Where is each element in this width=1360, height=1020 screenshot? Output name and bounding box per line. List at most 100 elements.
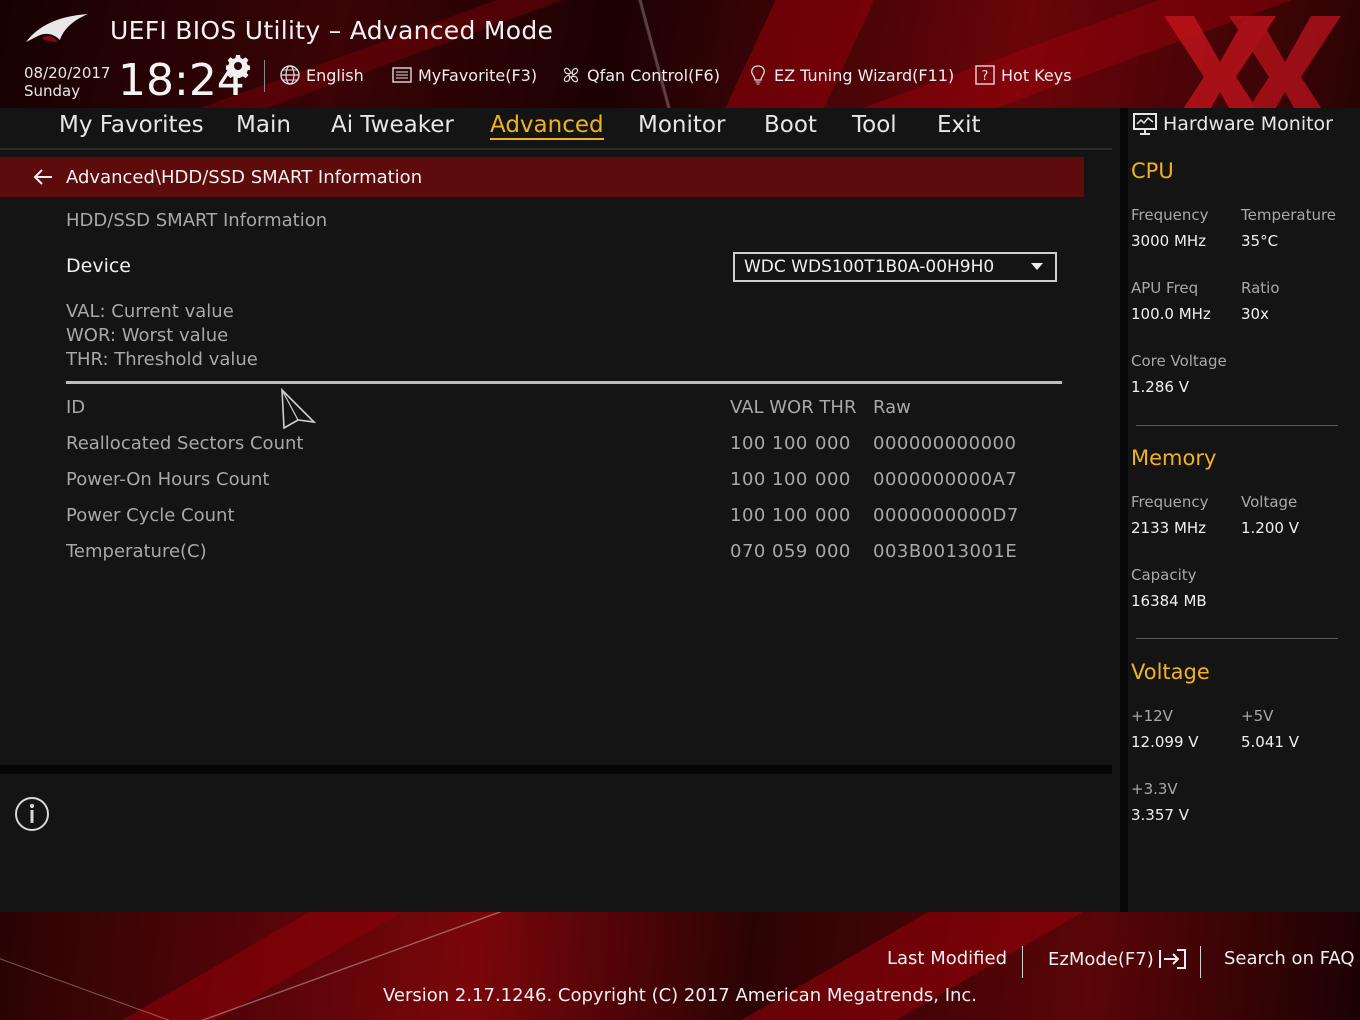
cpu-frequency-label: Frequency <box>1131 206 1209 224</box>
row-raw: 0000000000A7 <box>873 469 1018 490</box>
row-val: 070 <box>730 541 766 562</box>
ezmode-label: EzMode(F7) <box>1048 948 1154 970</box>
language-label: English <box>306 65 364 85</box>
core-voltage-label: Core Voltage <box>1131 352 1227 370</box>
cpu-frequency-value: 3000 MHz <box>1131 232 1207 250</box>
row-thr: 000 <box>815 541 851 562</box>
header-divider <box>264 60 265 92</box>
back-arrow-icon[interactable] <box>32 166 54 188</box>
last-modified-label: Last Modified <box>887 948 1008 969</box>
v12-label: +12V <box>1131 707 1173 725</box>
myfavorite-button[interactable]: MyFavorite(F3) <box>391 63 537 87</box>
core-voltage-value: 1.286 V <box>1131 378 1189 396</box>
table-divider <box>66 381 1062 384</box>
legend-val: VAL: Current value <box>66 301 234 322</box>
breadcrumb-path: Advanced\HDD/SSD SMART Information <box>66 166 423 188</box>
fan-icon <box>563 67 579 83</box>
row-name: Temperature(C) <box>66 541 207 562</box>
tab-my-favorites[interactable]: My Favorites <box>59 112 204 138</box>
v5-label: +5V <box>1241 707 1274 725</box>
memory-voltage-label: Voltage <box>1241 493 1298 511</box>
v5-value: 5.041 V <box>1241 733 1299 751</box>
header-bar: UEFI BIOS Utility – Advanced Mode 08/20/… <box>0 0 1360 108</box>
section-title: HDD/SSD SMART Information <box>66 210 328 231</box>
row-thr: 000 <box>815 433 851 454</box>
qfan-button[interactable]: Qfan Control(F6) <box>560 63 720 87</box>
cpu-temperature-label: Temperature <box>1241 206 1337 224</box>
clock-display: 18:24 <box>118 55 245 106</box>
row-wor: 100 <box>772 505 808 526</box>
capacity-value: 16384 MB <box>1131 592 1207 610</box>
chevron-down-icon <box>1031 263 1043 270</box>
version-text: Version 2.17.1246. Copyright (C) 2017 Am… <box>382 985 978 1006</box>
tab-main[interactable]: Main <box>236 112 291 138</box>
capacity-label: Capacity <box>1131 566 1197 584</box>
lightbulb-icon <box>751 65 765 85</box>
main-menu-bar: My Favorites Main Ai Tweaker Advanced Mo… <box>0 108 1112 150</box>
hw-divider <box>1136 638 1338 639</box>
ezmode-button[interactable]: EzMode(F7) <box>1048 948 1188 970</box>
rog-logo-icon <box>26 14 88 42</box>
ez-tuning-label: EZ Tuning Wizard(F11) <box>774 65 955 85</box>
breadcrumb[interactable]: Advanced\HDD/SSD SMART Information <box>0 157 1084 197</box>
column-header-raw: Raw <box>873 397 911 418</box>
v33-label: +3.3V <box>1131 780 1178 798</box>
device-select[interactable]: WDC WDS100T1B0A-00H9H0 <box>733 252 1057 282</box>
row-thr: 000 <box>815 505 851 526</box>
column-header-val-wor-thr: VAL WOR THR <box>730 397 857 418</box>
monitor-icon <box>1133 113 1157 135</box>
globe-icon <box>280 65 300 85</box>
ratio-label: Ratio <box>1241 279 1280 297</box>
date-display: 08/20/2017 <box>24 64 111 82</box>
info-panel <box>0 774 1112 912</box>
info-divider <box>0 765 1112 774</box>
mouse-cursor-icon <box>281 388 317 430</box>
tab-monitor[interactable]: Monitor <box>638 112 725 138</box>
memory-frequency-value: 2133 MHz <box>1131 519 1207 537</box>
legend-thr: THR: Threshold value <box>66 349 258 370</box>
last-modified-button[interactable]: Last Modified <box>887 948 1007 969</box>
ez-tuning-button[interactable]: EZ Tuning Wizard(F11) <box>747 63 954 87</box>
qfan-label: Qfan Control(F6) <box>587 65 720 85</box>
device-select-value: WDC WDS100T1B0A-00H9H0 <box>744 257 995 277</box>
row-raw: 0000000000D7 <box>873 505 1019 526</box>
day-display: Sunday <box>24 82 81 100</box>
tab-exit[interactable]: Exit <box>937 112 981 138</box>
row-val: 100 <box>730 469 766 490</box>
cpu-temperature-value: 35°C <box>1241 232 1279 250</box>
memory-voltage-value: 1.200 V <box>1241 519 1299 537</box>
v12-value: 12.099 V <box>1131 733 1199 751</box>
apu-freq-value: 100.0 MHz <box>1131 305 1211 323</box>
cpu-heading: CPU <box>1131 159 1174 183</box>
gear-icon[interactable] <box>226 54 250 78</box>
row-thr: 000 <box>815 469 851 490</box>
hardware-monitor-label: Hardware Monitor <box>1163 113 1333 135</box>
search-faq-button[interactable]: Search on FAQ <box>1224 948 1355 969</box>
ratio-value: 30x <box>1241 305 1269 323</box>
device-label: Device <box>66 255 131 277</box>
row-val: 100 <box>730 433 766 454</box>
language-button[interactable]: English <box>279 63 364 87</box>
column-header-id: ID <box>66 397 86 418</box>
info-icon <box>15 797 49 831</box>
memory-heading: Memory <box>1131 446 1217 470</box>
memory-frequency-label: Frequency <box>1131 493 1209 511</box>
tab-tool[interactable]: Tool <box>852 112 897 138</box>
legend-wor: WOR: Worst value <box>66 325 229 346</box>
footer-divider <box>1200 946 1201 978</box>
footer-divider <box>1022 946 1023 978</box>
row-raw: 003B0013001E <box>873 541 1018 562</box>
tab-ai-tweaker[interactable]: Ai Tweaker <box>331 112 454 138</box>
voltage-heading: Voltage <box>1131 660 1210 684</box>
row-name: Power Cycle Count <box>66 505 235 526</box>
exit-arrow-icon <box>1158 949 1186 969</box>
hw-divider <box>1136 425 1338 426</box>
row-wor: 100 <box>772 433 808 454</box>
hot-keys-button[interactable]: ? Hot Keys <box>974 63 1072 87</box>
tab-boot[interactable]: Boot <box>764 112 817 138</box>
row-name: Reallocated Sectors Count <box>66 433 304 454</box>
question-box-icon: ? <box>975 65 995 85</box>
tab-advanced[interactable]: Advanced <box>490 112 604 140</box>
row-wor: 059 <box>772 541 808 562</box>
search-faq-label: Search on FAQ <box>1224 948 1355 969</box>
